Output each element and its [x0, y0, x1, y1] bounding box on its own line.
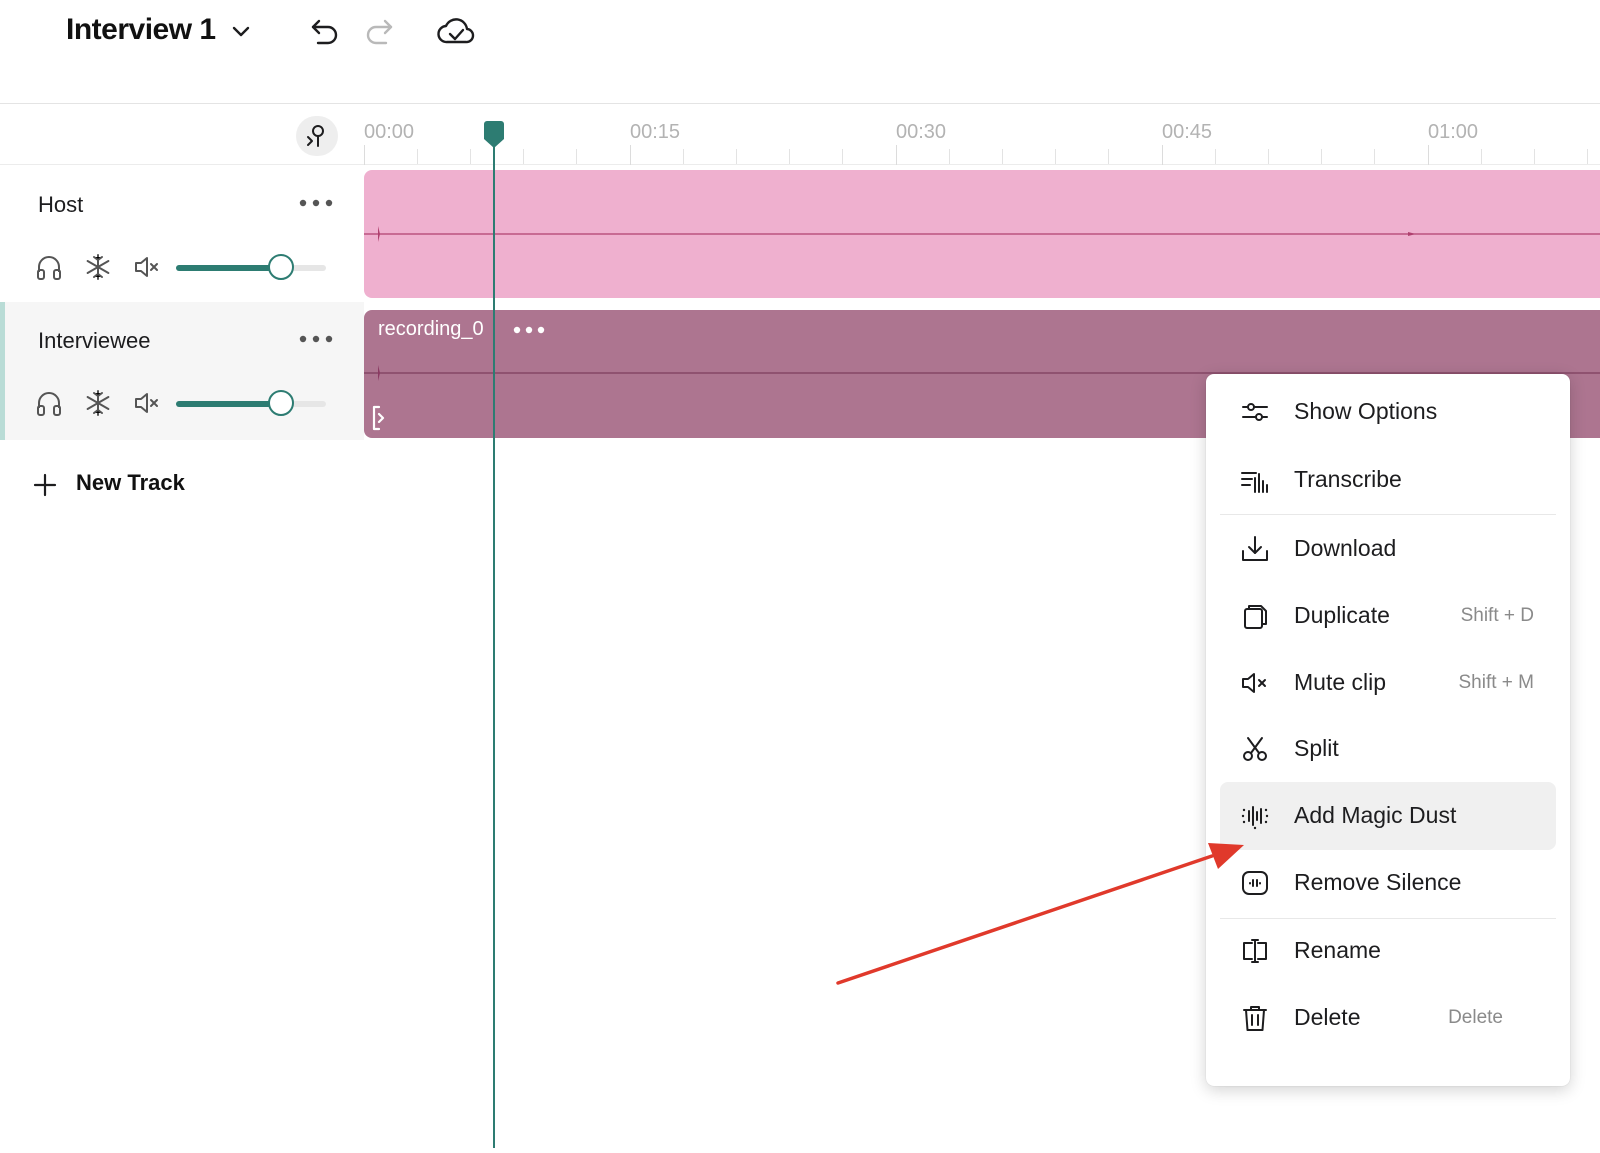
freeze-icon[interactable] [83, 252, 113, 282]
menu-item-download[interactable]: Download [1220, 515, 1556, 583]
menu-item-label: Mute clip [1294, 669, 1387, 695]
ruler-tick [1587, 149, 1588, 164]
ruler-tick [1055, 149, 1056, 164]
track-name[interactable]: Host [38, 192, 83, 218]
ruler-tick [1534, 149, 1535, 164]
ruler-tick [364, 145, 365, 165]
menu-item-shortcut: Shift + M [1458, 672, 1535, 693]
headphones-icon[interactable] [34, 388, 64, 418]
mute-icon[interactable] [132, 388, 162, 418]
rename-icon [1243, 939, 1267, 963]
menu-item-label: Split [1294, 735, 1339, 761]
menu-item-duplicate[interactable]: Duplicate Shift + D [1220, 582, 1556, 650]
download-icon [1242, 536, 1268, 561]
ruler-tick [1481, 149, 1482, 164]
menu-item-label: Duplicate [1294, 602, 1390, 628]
ruler-tick [1428, 145, 1429, 165]
ruler-tick [1321, 149, 1322, 164]
menu-item-label: Rename [1294, 937, 1381, 963]
ruler-tick-label: 00:45 [1162, 121, 1213, 143]
ruler-tick [576, 149, 577, 164]
ruler-tick [523, 149, 524, 164]
ruler-tick [683, 149, 684, 164]
ruler-tick-label: 01:00 [1428, 121, 1479, 143]
chevron-down-icon[interactable] [228, 18, 254, 44]
ruler-tick [1374, 149, 1375, 164]
clip-more-options-icon[interactable] [512, 323, 546, 337]
ruler-tick-label: 00:00 [364, 121, 415, 143]
ruler-tick [1162, 145, 1163, 165]
ruler-tick [630, 145, 631, 165]
menu-item-label: Delete [1294, 1004, 1361, 1030]
menu-item-label: Show Options [1294, 398, 1438, 424]
track-name[interactable]: Interviewee [38, 328, 151, 354]
cloud-saved-icon[interactable] [436, 12, 476, 50]
clip-name[interactable]: recording_0 [378, 318, 484, 341]
menu-item-split[interactable]: Split [1220, 715, 1556, 783]
freeze-icon[interactable] [83, 388, 113, 418]
menu-item-shortcut: Shift + D [1460, 605, 1534, 626]
clip-trim-handle-icon[interactable] [370, 404, 390, 432]
mute-icon[interactable] [132, 252, 162, 282]
menu-item-label: Add Magic Dust [1294, 802, 1457, 828]
ruler-tick [736, 149, 737, 164]
ruler-tick-label: 00:15 [630, 121, 681, 143]
ruler-tick [949, 149, 950, 164]
menu-item-delete[interactable]: Delete Delete [1220, 984, 1556, 1052]
snap-button[interactable] [296, 116, 338, 156]
playhead-line [493, 140, 495, 1148]
top-bar: Interview 1 [0, 0, 1600, 104]
project-title[interactable]: Interview 1 [66, 8, 216, 52]
snap-icon [307, 125, 324, 147]
magic-dust-icon [1241, 806, 1269, 830]
track-header-interviewee[interactable]: Interviewee [0, 302, 364, 440]
more-options-icon[interactable] [298, 332, 334, 346]
menu-item-add-magic-dust[interactable]: Add Magic Dust [1220, 782, 1556, 850]
menu-item-label: Transcribe [1294, 466, 1402, 492]
ruler-tick [1108, 149, 1109, 164]
menu-item-transcribe[interactable]: Transcribe [1220, 446, 1556, 514]
menu-item-show-options[interactable]: Show Options [1220, 378, 1556, 446]
volume-slider-fill [176, 401, 281, 407]
clip-context-menu: Show Options Transcribe Download Duplica… [1206, 374, 1570, 1086]
scissors-icon [1243, 737, 1267, 761]
new-track-label: New Track [76, 470, 185, 495]
sliders-icon [1242, 403, 1268, 421]
more-options-icon[interactable] [298, 196, 334, 210]
ruler-tick [1215, 149, 1216, 164]
ruler-tick [417, 149, 418, 164]
volume-slider-fill [176, 265, 281, 271]
undo-icon[interactable] [308, 14, 342, 48]
headphones-icon[interactable] [34, 252, 64, 282]
trash-icon [1243, 1006, 1267, 1031]
transcribe-icon [1241, 472, 1268, 493]
menu-item-rename[interactable]: Rename [1220, 917, 1556, 985]
remove-silence-icon [1242, 871, 1268, 895]
menu-item-shortcut: Delete [1448, 1007, 1503, 1028]
waveform [364, 226, 1600, 242]
timeline-ruler[interactable]: 00:00 00:15 00:30 00:45 01:00 [0, 105, 1600, 165]
ruler-tick [842, 149, 843, 164]
menu-item-label: Remove Silence [1294, 869, 1462, 895]
mute-icon [1242, 673, 1266, 693]
plus-icon [33, 473, 57, 497]
menu-item-remove-silence[interactable]: Remove Silence [1220, 849, 1556, 917]
audio-clip-host[interactable] [364, 170, 1600, 298]
ruler-tick [789, 149, 790, 164]
track-header-host[interactable]: Host [0, 166, 364, 304]
ruler-tick [1002, 149, 1003, 164]
ruler-tick-label: 00:30 [896, 121, 947, 143]
ruler-tick [896, 145, 897, 165]
ruler-tick [470, 149, 471, 164]
volume-slider-knob[interactable] [268, 254, 294, 280]
menu-item-mute-clip[interactable]: Mute clip Shift + M [1220, 649, 1556, 717]
ruler-tick [1268, 149, 1269, 164]
redo-icon[interactable] [362, 14, 396, 48]
menu-item-label: Download [1294, 535, 1397, 561]
volume-slider-knob[interactable] [268, 390, 294, 416]
duplicate-icon [1244, 605, 1267, 629]
